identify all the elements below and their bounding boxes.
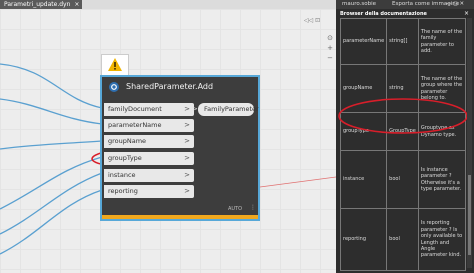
panel-topbar: mauro.sobie Esporta come immagine — ◻ ✕ [336,0,474,9]
param-name: reporting [339,208,388,271]
param-name: instance [339,150,388,209]
chevron-right-icon: > [184,105,190,113]
param-type: bool [386,208,419,271]
node-status-bar [102,215,258,219]
highlight-oval [338,98,468,134]
tab-strip: Parametri_update.dyn × [0,0,336,9]
node-menu-icon[interactable]: ⋮ [250,204,256,211]
sharedparameter-add-node[interactable]: SharedParameter.Add familyDocument > para… [100,75,260,221]
output-port-familyparameter[interactable]: > FamilyParameter [192,103,259,116]
user-label[interactable]: mauro.sobie [342,0,376,9]
zoom-out-icon[interactable]: − [325,53,335,63]
file-tab[interactable]: Parametri_update.dyn × [0,0,83,9]
zoom-fit-icon[interactable]: ⊙ [325,33,335,43]
node-header[interactable]: SharedParameter.Add [102,77,258,99]
parameter-table: parameterName string[] The name of the f… [339,18,467,271]
revit-node-icon [109,82,119,92]
input-port-familydocument[interactable]: familyDocument > [104,103,194,116]
preview-icon[interactable]: ⊡ [315,17,320,24]
input-port-grouptype[interactable]: groupType > [104,152,194,165]
output-wire [259,176,336,188]
wire [0,172,103,235]
documentation-browser: mauro.sobie Esporta come immagine — ◻ ✕ … [336,0,474,273]
wire [0,189,103,255]
port-label: instance [108,171,136,179]
close-icon[interactable]: × [464,10,469,17]
param-desc: Is instance parameter ? Otherwise it's a… [417,150,467,209]
node-title: SharedParameter.Add [126,82,214,91]
scrollbar-thumb[interactable] [468,175,471,255]
port-label: parameterName [108,121,162,129]
chevron-right-icon: > [184,121,190,129]
dynamo-window: Parametri_update.dyn × ◁◁ ⊡ ⊙ + − Shared… [0,0,474,273]
table-row: instance bool Is instance parameter ? Ot… [339,150,467,209]
port-label: groupName [108,137,147,145]
table-row: parameterName string[] The name of the f… [339,18,467,65]
input-port-parametername[interactable]: parameterName > [104,119,194,132]
port-label: groupType [108,154,142,162]
param-desc: The name of the family parameter to add. [417,18,467,65]
input-port-groupname[interactable]: groupName > [104,135,194,148]
param-type: bool [386,150,419,209]
zoom-in-icon[interactable]: + [325,43,335,53]
output-label: FamilyParameter [204,105,259,113]
port-label: familyDocument [108,105,162,113]
panel-title: Browser della documentazione [340,11,427,17]
file-tab-label: Parametri_update.dyn [4,1,71,8]
graph-canvas[interactable]: ◁◁ ⊡ ⊙ + − SharedParameter.Add familyDoc… [0,9,336,273]
window-buttons[interactable]: — ◻ ✕ [446,0,464,9]
param-type: string[] [386,18,419,65]
run-mode-label: AUTO [228,206,243,212]
input-port-reporting[interactable]: reporting > [104,185,194,198]
chevron-right-icon: > [192,105,198,113]
warning-icon [108,58,122,71]
chevron-right-icon: > [184,187,190,195]
chevron-right-icon: > [184,171,190,179]
table-row: reporting bool Is reporting parameter ? … [339,208,467,271]
chevron-right-icon: > [184,154,190,162]
close-icon[interactable]: × [74,0,79,9]
input-port-instance[interactable]: instance > [104,169,194,182]
warning-bubble[interactable] [101,54,129,76]
zoom-controls: ⊙ + − [325,33,335,63]
wire [0,140,103,150]
view-toggle-icon[interactable]: ◁◁ [304,17,313,24]
param-name: parameterName [339,18,388,65]
param-desc: Is reporting parameter ? Is only availab… [417,208,467,271]
chevron-right-icon: > [184,137,190,145]
canvas-view-toggle[interactable]: ◁◁ ⊡ [304,17,320,24]
port-label: reporting [108,187,138,195]
